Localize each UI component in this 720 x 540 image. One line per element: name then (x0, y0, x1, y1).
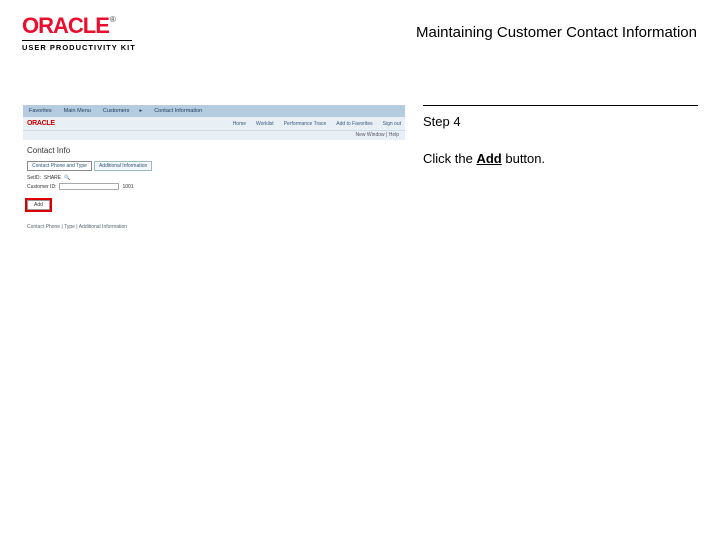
nav-favorites[interactable]: Favorites (29, 108, 52, 114)
app-screenshot: Favorites Main Menu Customers ▸ Contact … (23, 105, 405, 265)
setid-label: SetID: (27, 175, 41, 181)
instruction-pre: Click the (423, 151, 476, 166)
customer-id-value: 1001 (122, 184, 133, 190)
instruction-panel: Step 4 Click the Add button. (423, 105, 698, 166)
page-title: Maintaining Customer Contact Information (416, 24, 697, 41)
brand-divider (22, 40, 132, 41)
breadcrumb-bar: Favorites Main Menu Customers ▸ Contact … (23, 105, 405, 117)
link-add-favorites[interactable]: Add to Favorites (336, 121, 372, 127)
app-brand: ORACLE (27, 120, 55, 127)
link-sign-out[interactable]: Sign out (383, 121, 401, 127)
window-tools[interactable]: New Window | Help (23, 130, 405, 140)
customer-id-label: Customer ID: (27, 184, 56, 190)
product-name: USER PRODUCTIVITY KIT (22, 43, 136, 52)
chevron-right-icon: ▸ (139, 108, 142, 114)
tab-additional-info[interactable]: Additional Information (94, 161, 152, 171)
link-worklist[interactable]: Worklist (256, 121, 274, 127)
step-instruction: Click the Add button. (423, 151, 698, 166)
footer-links[interactable]: Contact Phone | Type | Additional Inform… (27, 224, 401, 230)
tab-strip: Contact Phone and Type Additional Inform… (27, 161, 401, 171)
add-button[interactable]: Add (27, 200, 50, 210)
search-icon[interactable]: 🔍 (64, 175, 70, 181)
customer-id-field[interactable] (59, 183, 119, 190)
section-heading: Contact Info (27, 146, 401, 155)
brand-wordmark: ORACLE (22, 13, 109, 38)
nav-contact-info[interactable]: Contact Information (154, 108, 202, 114)
instruction-target: Add (476, 151, 501, 166)
app-header: ORACLE Home Worklist Performance Trace A… (23, 117, 405, 130)
link-home[interactable]: Home (233, 121, 246, 127)
link-performance[interactable]: Performance Trace (284, 121, 327, 127)
instruction-post: button. (502, 151, 545, 166)
tab-contact-phone[interactable]: Contact Phone and Type (27, 161, 92, 171)
nav-customers[interactable]: Customers (103, 108, 130, 114)
setid-value: SHARE (44, 175, 61, 181)
nav-main-menu[interactable]: Main Menu (64, 108, 91, 114)
step-number: Step 4 (423, 114, 698, 129)
brand-logo: ORACLE® USER PRODUCTIVITY KIT (22, 15, 136, 52)
brand-tm: ® (110, 15, 116, 24)
